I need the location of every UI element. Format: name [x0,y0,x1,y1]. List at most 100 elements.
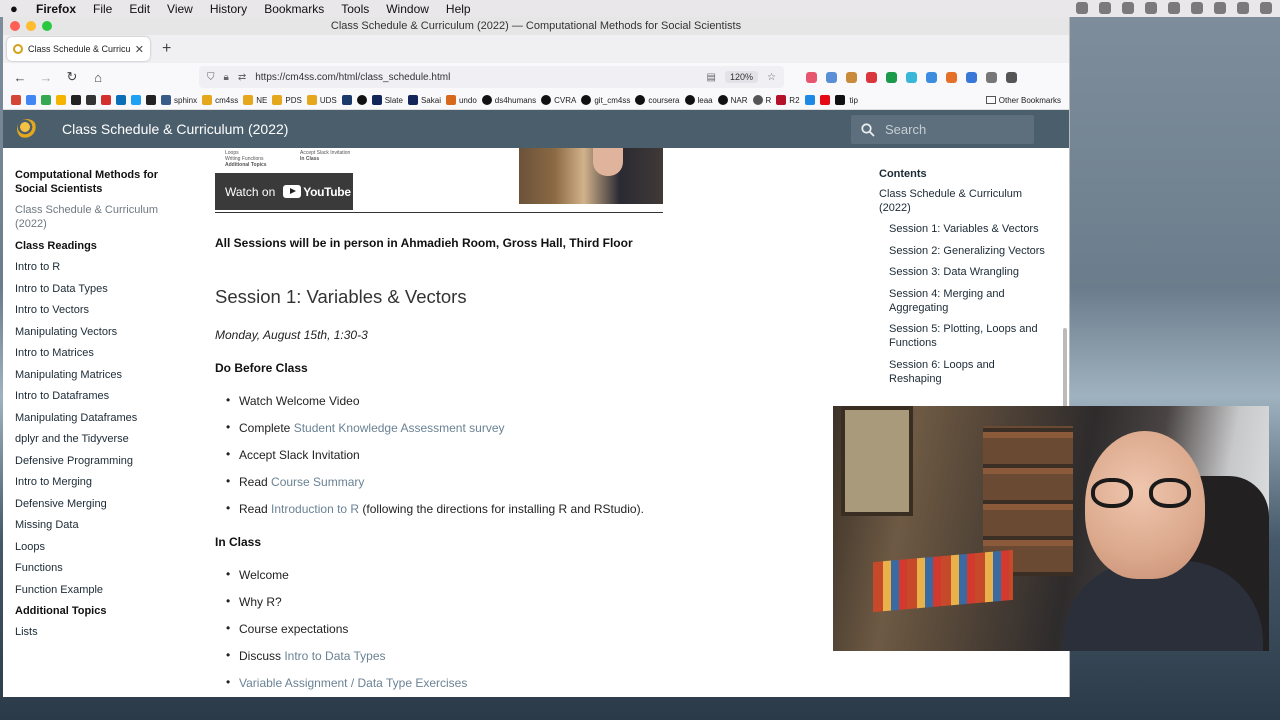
extension-icon[interactable] [926,71,937,83]
tab-class-schedule[interactable]: Class Schedule & Curriculum (2 ✕ [7,37,150,61]
bookmark-nyt-icon[interactable] [834,95,845,105]
close-tab-icon[interactable]: ✕ [135,43,144,56]
search-input[interactable] [885,122,1025,137]
sidebar-item-lists[interactable]: Lists [15,625,175,647]
introduction-to-r-link[interactable]: Introduction to R [271,502,359,516]
sidebar-item-intro-to-merging[interactable]: Intro to Merging [15,475,175,497]
sidebar-item-intro-to-vectors[interactable]: Intro to Vectors [15,303,175,325]
bookmark-calendar-icon[interactable] [26,95,36,105]
site-title[interactable]: Class Schedule & Curriculum (2022) [62,121,288,137]
extension-icon[interactable] [946,71,957,83]
toc-item-root[interactable]: Class Schedule & Curriculum (2022) [879,187,1049,215]
permissions-icon[interactable]: ⇄ [238,72,246,83]
bookmark-star-icon[interactable]: ☆ [767,72,776,83]
shield-icon[interactable]: ⛉ [207,72,215,83]
sidebar-item-intro-to-dataframes[interactable]: Intro to Dataframes [15,389,175,411]
bookmark-twitter-icon[interactable] [131,95,141,105]
bookmark-keep-icon[interactable] [56,95,66,105]
bookmark-ne[interactable]: NE [243,95,267,105]
lock-icon[interactable]: 🔒︎ [224,72,229,83]
control-center-icon[interactable] [1260,2,1272,14]
pocket-icon[interactable] [806,71,817,83]
bookmark-icon[interactable] [804,95,815,105]
wifi-icon[interactable] [1214,2,1226,14]
sidebar-item-defensive-merging[interactable]: Defensive Merging [15,497,175,519]
toc-item-session-3[interactable]: Session 3: Data Wrangling [879,265,1049,279]
menu-hamburger-icon[interactable] [1006,71,1017,83]
back-icon[interactable]: ← [13,70,27,85]
sidebar-item-defensive-programming[interactable]: Defensive Programming [15,454,175,476]
bookmark-pds[interactable]: PDS [272,95,302,105]
bookmark-chart-icon[interactable] [116,95,126,105]
bookmark-leaa[interactable]: leaa [684,95,713,105]
sidebar-item-functions[interactable]: Functions [15,561,175,583]
sidebar-item-manipulating-matrices[interactable]: Manipulating Matrices [15,368,175,390]
url-bar[interactable]: ⛉ 🔒︎ ⇄ https://cm4ss.com/html/class_sche… [199,66,784,88]
intro-to-data-types-link[interactable]: Intro to Data Types [284,649,385,663]
bookmark-tip[interactable]: tip [850,96,858,105]
menu-help[interactable]: Help [446,2,471,16]
bookmark-ds4humans[interactable]: ds4humans [481,95,536,105]
bookmark-coursera[interactable]: coursera [635,95,680,105]
menu-file[interactable]: File [93,2,112,16]
sidebar-item-current[interactable]: Class Schedule & Curriculum (2022) [15,203,175,231]
zoom-window-button[interactable] [42,21,52,31]
toc-item-session-1[interactable]: Session 1: Variables & Vectors [879,222,1049,236]
sidebar-item-intro-to-data-types[interactable]: Intro to Data Types [15,282,175,304]
sidebar-item-loops[interactable]: Loops [15,540,175,562]
bookmark-icon[interactable] [71,95,81,105]
bookmark-sakai[interactable]: Sakai [407,95,441,105]
toc-item-session-6[interactable]: Session 6: Loops and Reshaping [879,358,1049,386]
sidebar-item-missing-data[interactable]: Missing Data [15,518,175,540]
watch-on-youtube-button[interactable]: Watch on YouTube [215,173,353,210]
search-icon[interactable] [1237,2,1249,14]
tray-icon[interactable] [1122,2,1134,14]
menu-edit[interactable]: Edit [129,2,150,16]
url-text[interactable]: https://cm4ss.com/html/class_schedule.ht… [255,72,697,83]
extension-icon[interactable] [906,71,917,83]
bookmark-icon[interactable] [356,95,367,105]
sidebar-item-manipulating-vectors[interactable]: Manipulating Vectors [15,325,175,347]
extension-icon[interactable] [986,71,997,83]
bookmark-slate[interactable]: Slate [371,95,403,105]
bookmark-drive-icon[interactable] [41,95,51,105]
menu-bookmarks[interactable]: Bookmarks [264,2,324,16]
sidebar-item-dplyr[interactable]: dplyr and the Tidyverse [15,432,175,454]
variable-assignment-exercises-link[interactable]: Variable Assignment / Data Type Exercise… [239,676,467,690]
bookmark-uds[interactable]: UDS [306,95,337,105]
bookmark-icon[interactable] [146,95,156,105]
reader-view-icon[interactable]: ▤ [707,72,716,83]
toc-item-session-4[interactable]: Session 4: Merging and Aggregating [879,287,1049,315]
welcome-video-embed[interactable]: Loops Writing Functions Additional Topic… [215,148,663,213]
menu-history[interactable]: History [210,2,247,16]
extension-icon[interactable] [846,71,857,83]
sidebar-item-intro-to-r[interactable]: Intro to R [15,260,175,282]
apple-icon[interactable]: ● [10,2,22,15]
menu-window[interactable]: Window [386,2,429,16]
site-search-box[interactable] [851,115,1034,144]
home-icon[interactable]: ⌂ [91,70,105,85]
bookmark-cvra[interactable]: CVRA [541,95,576,105]
extension-icon[interactable] [866,71,877,83]
bookmark-cm4ss[interactable]: cm4ss [202,95,238,105]
tray-icon[interactable] [1099,2,1111,14]
bookmark-sphinx[interactable]: sphinx [161,95,197,105]
other-bookmarks[interactable]: Other Bookmarks [985,96,1061,105]
bookmark-git-cm4ss[interactable]: git_cm4ss [581,95,630,105]
forward-icon[interactable]: → [39,70,53,85]
extension-icon[interactable] [966,71,977,83]
bookmark-icon[interactable] [101,95,111,105]
sidebar-item-manipulating-dataframes[interactable]: Manipulating Dataframes [15,411,175,433]
bookmark-gmail-icon[interactable] [11,95,21,105]
knowledge-survey-link[interactable]: Student Knowledge Assessment survey [294,421,505,435]
minimize-window-button[interactable] [26,21,36,31]
close-window-button[interactable] [10,21,20,31]
zoom-level[interactable]: 120% [725,71,759,83]
sidebar-item-intro-to-matrices[interactable]: Intro to Matrices [15,346,175,368]
bookmark-undo[interactable]: undo [445,95,477,105]
course-summary-link[interactable]: Course Summary [271,475,364,489]
toc-item-session-2[interactable]: Session 2: Generalizing Vectors [879,244,1049,258]
sidebar-item-function-example[interactable]: Function Example [15,583,175,605]
site-logo-icon[interactable] [17,119,37,139]
tray-icon[interactable] [1168,2,1180,14]
